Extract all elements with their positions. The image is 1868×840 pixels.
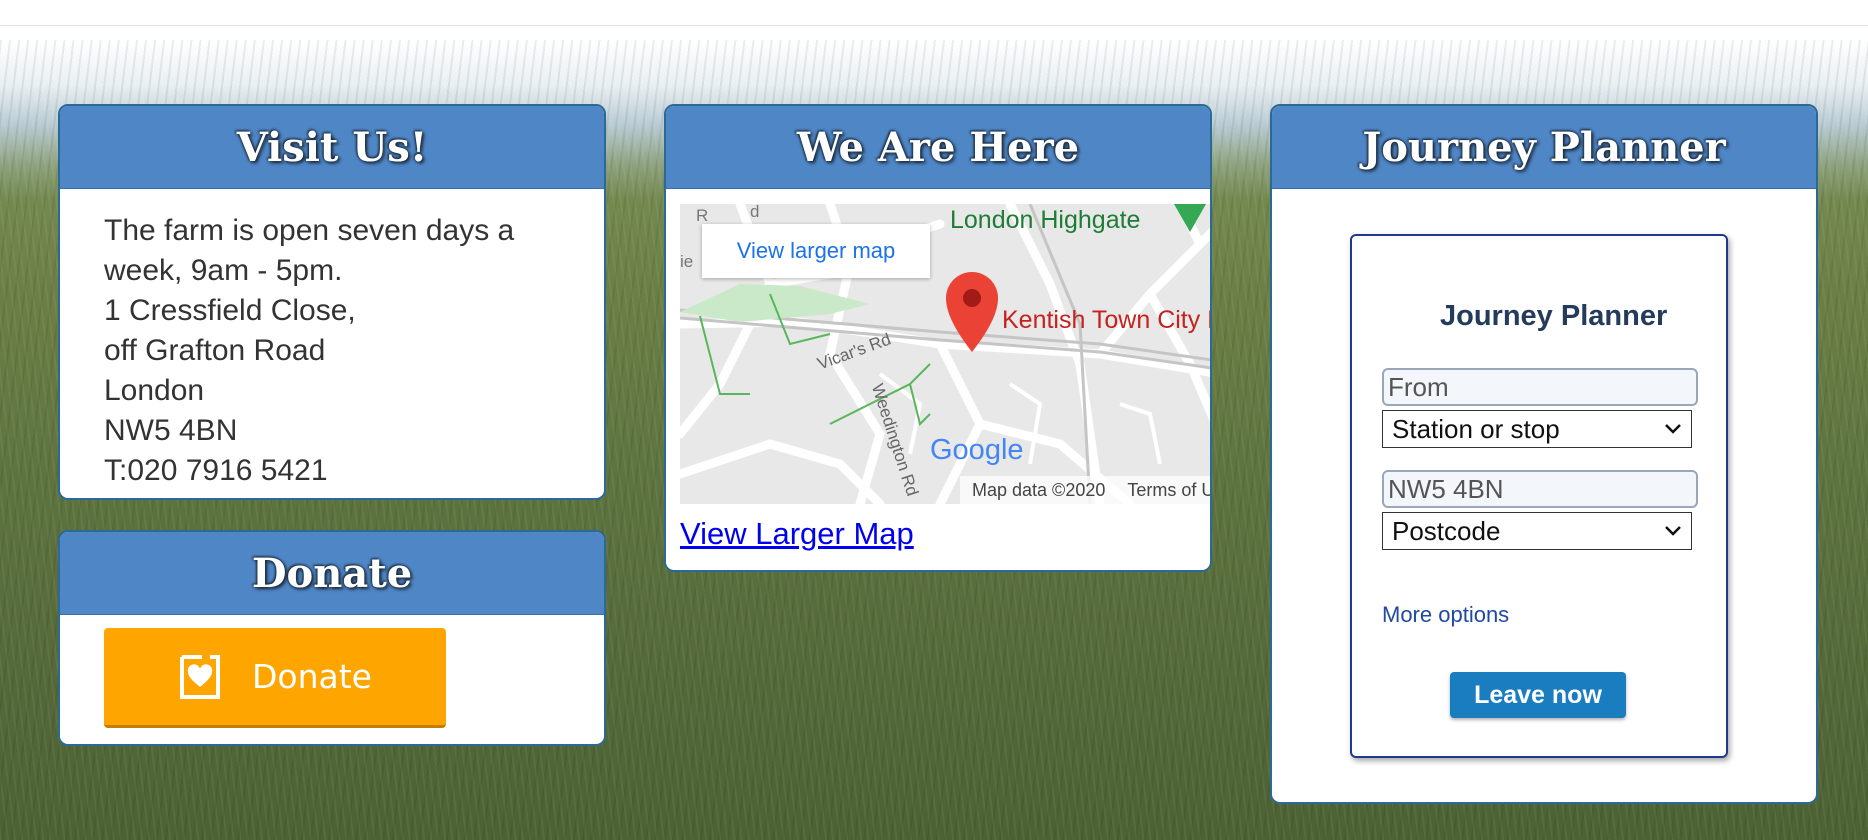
donate-button-label: Donate: [252, 657, 372, 696]
from-type-value: Station or stop: [1392, 414, 1560, 444]
visit-line: NW5 4BN: [104, 414, 238, 447]
visit-line: week, 9am - 5pm.: [104, 254, 343, 287]
embedded-map[interactable]: View larger map London Highgate Kentish …: [680, 204, 1210, 504]
we-are-here-panel: We Are Here View larger map London Highg…: [664, 104, 1212, 572]
visit-us-panel: Visit Us! The farm is open seven days a …: [58, 104, 606, 500]
map-footer: Map data ©2020 Terms of Use: [960, 476, 1210, 504]
station-label: London Highgate: [950, 206, 1141, 234]
top-divider: [0, 25, 1868, 26]
visit-line: The farm is open seven days a: [104, 214, 515, 247]
more-options-link[interactable]: More options: [1382, 602, 1509, 628]
map-edge-label: ie: [680, 252, 694, 271]
we-are-here-heading: We Are Here: [666, 106, 1210, 189]
visit-line: 1 Cressfield Close,: [104, 294, 356, 327]
donate-heading: Donate: [60, 532, 604, 615]
journey-planner-widget: Journey Planner From Station or stop NW5…: [1350, 234, 1728, 758]
visit-us-details: The farm is open seven days a week, 9am …: [60, 189, 604, 491]
farm-place-label[interactable]: Kentish Town City Farm: [1002, 306, 1210, 335]
visit-us-heading: Visit Us!: [60, 106, 604, 189]
heart-box-icon: [180, 654, 220, 699]
to-input[interactable]: NW5 4BN: [1382, 470, 1698, 508]
to-type-select[interactable]: Postcode: [1382, 512, 1692, 550]
view-larger-map-link[interactable]: View Larger Map: [680, 516, 914, 552]
from-input[interactable]: From: [1382, 368, 1698, 406]
journey-planner-heading: Journey Planner: [1272, 106, 1816, 189]
visit-line: T:020 7916 5421: [104, 454, 328, 487]
donate-panel: Donate Donate: [58, 530, 606, 746]
donate-button[interactable]: Donate: [104, 628, 446, 728]
to-type-value: Postcode: [1392, 516, 1501, 546]
map-terms-link[interactable]: Terms of Use: [1127, 480, 1210, 501]
chevron-down-icon: [1665, 424, 1681, 434]
from-type-select[interactable]: Station or stop: [1382, 410, 1692, 448]
visit-line: London: [104, 374, 205, 407]
google-logo-text: Google: [930, 434, 1024, 466]
map-edge-label: d: [750, 204, 760, 221]
chevron-down-icon: [1665, 526, 1681, 536]
map-data-credit: Map data ©2020: [972, 479, 1106, 500]
visit-line: off Grafton Road: [104, 334, 326, 367]
view-larger-map-button[interactable]: View larger map: [702, 224, 930, 278]
map-edge-label: R: [696, 206, 709, 225]
leave-now-button[interactable]: Leave now: [1450, 672, 1626, 718]
journey-planner-panel: Journey Planner Journey Planner From Sta…: [1270, 104, 1818, 804]
widget-title: Journey Planner: [1440, 300, 1668, 332]
google-logo: Google: [930, 434, 1024, 467]
